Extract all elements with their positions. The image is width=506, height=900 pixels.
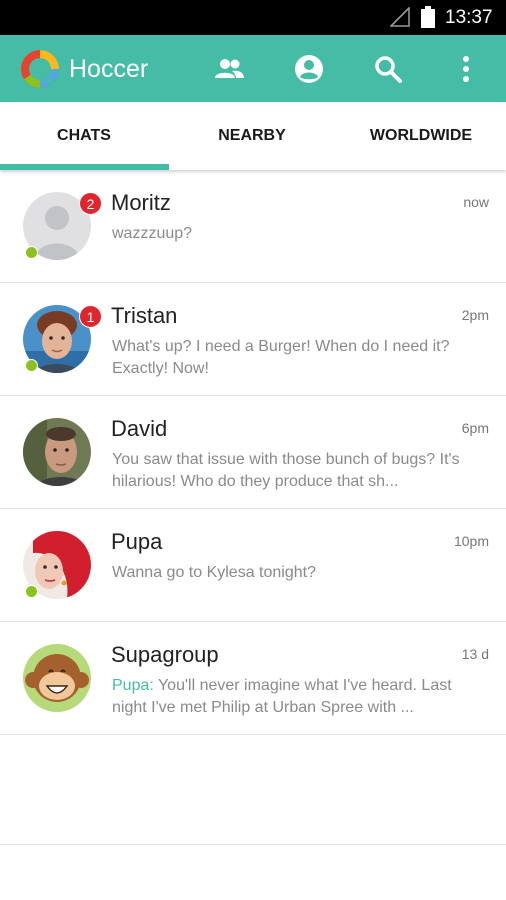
unread-badge: 1 [79, 305, 102, 328]
chat-time: 6pm [461, 420, 489, 436]
online-indicator [25, 359, 38, 372]
chat-time: now [463, 194, 489, 210]
tab-worldwide[interactable]: WORLDWIDE [337, 102, 505, 170]
online-indicator [25, 246, 38, 259]
chat-preview: wazzzuup? [112, 225, 193, 242]
contacts-icon[interactable] [214, 54, 244, 84]
chat-name: Tristan [111, 303, 178, 328]
chat-preview: Wanna go to Kylesa tonight? [112, 564, 316, 581]
app-bar: Hoccer [0, 35, 506, 102]
chat-time: 2pm [461, 307, 489, 323]
avatar [23, 644, 91, 712]
chat-item[interactable]: David 6pm You saw that issue with those … [0, 396, 506, 509]
app-title: Hoccer [69, 55, 149, 83]
chat-preview: Pupa: You'll never imagine what I've hea… [112, 675, 467, 719]
more-vert-icon[interactable] [451, 54, 481, 84]
profile-icon[interactable] [294, 54, 324, 84]
online-indicator [25, 585, 38, 598]
chat-time: 13 d [461, 646, 489, 662]
chat-name: Pupa [111, 529, 163, 554]
battery-icon [421, 6, 435, 28]
chat-item[interactable]: 1 Tristan 2pm What's up? I need a Burger… [0, 283, 506, 396]
avatar-photo [23, 418, 91, 486]
monkey-avatar-icon [23, 644, 91, 712]
chat-item[interactable]: 2 Moritz now wazzzuup? [0, 170, 506, 283]
chat-item[interactable]: Supagroup 13 d Pupa: You'll never imagin… [0, 622, 506, 735]
tab-chats[interactable]: CHATS [0, 102, 168, 170]
tab-nearby[interactable]: NEARBY [168, 102, 336, 170]
hoccer-logo-icon [21, 50, 59, 88]
chat-preview: What's up? I need a Burger! When do I ne… [112, 338, 450, 377]
chat-time: 10pm [453, 533, 489, 549]
avatar [23, 418, 91, 486]
unread-badge: 2 [79, 192, 102, 215]
chat-preview: You saw that issue with those bunch of b… [112, 451, 460, 490]
divider [0, 844, 506, 845]
search-icon[interactable] [373, 54, 403, 84]
signal-icon [390, 7, 410, 27]
sender-name: Pupa: [112, 677, 154, 694]
chat-name: David [111, 416, 168, 441]
tab-bar: CHATS NEARBY WORLDWIDE [0, 102, 506, 170]
preview-text: You'll never imagine what I've heard. La… [112, 677, 452, 716]
chat-list: 2 Moritz now wazzzuup? 1 Tristan 2pm Wha… [0, 170, 506, 735]
chat-name: Moritz [111, 190, 171, 215]
chat-name: Supagroup [111, 642, 219, 667]
status-time: 13:37 [445, 7, 493, 28]
status-bar: 13:37 [0, 0, 506, 35]
chat-item[interactable]: Pupa 10pm Wanna go to Kylesa tonight? [0, 509, 506, 622]
